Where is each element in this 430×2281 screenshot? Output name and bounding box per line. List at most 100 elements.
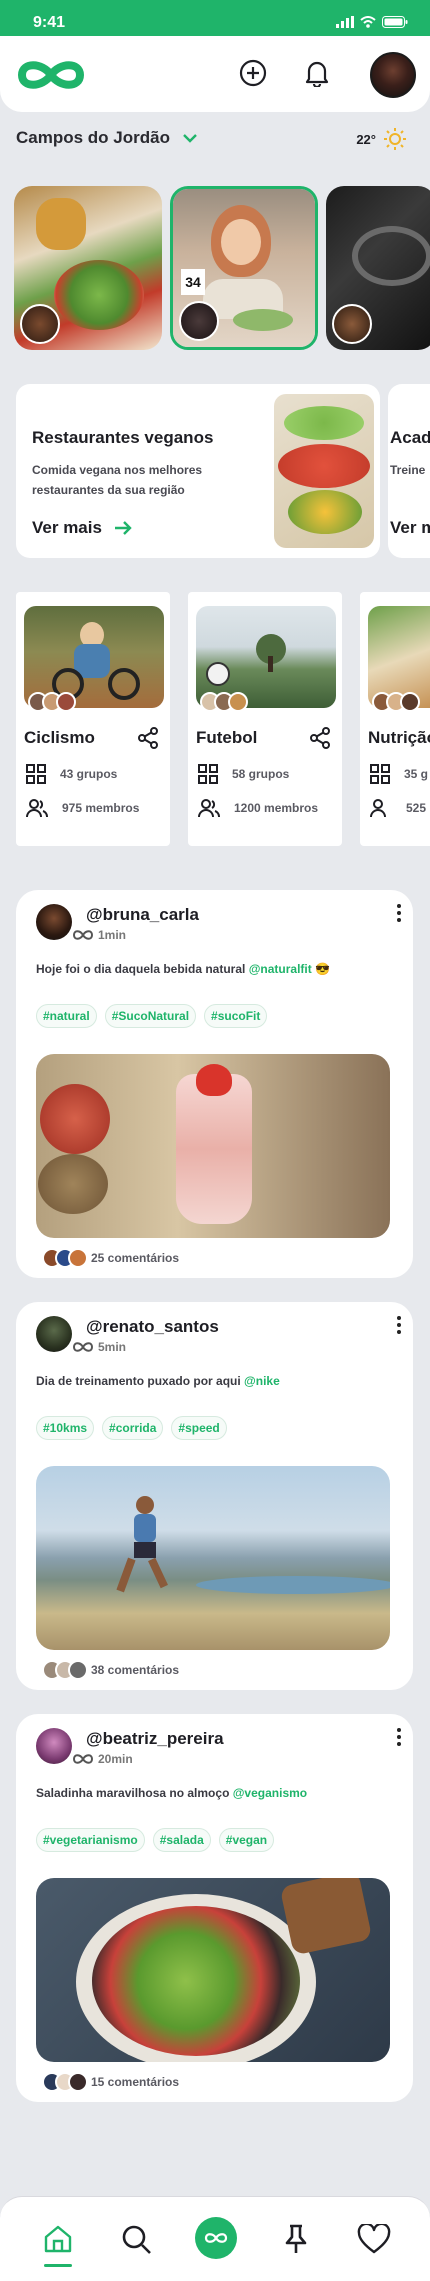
group-card[interactable]: Ciclismo 43 grupos 975 membros [16,592,170,846]
comments-count: 25 comentários [91,1251,180,1265]
chevron-down-icon [183,134,197,143]
group-member-avatars [372,692,420,712]
post-comments[interactable]: 15 comentários [42,2072,179,2092]
post-comments[interactable]: 38 comentários [42,1660,179,1680]
temperature: 22° [356,131,376,147]
story-card[interactable]: 34 [170,186,318,350]
kebab-icon[interactable] [397,904,401,922]
share-icon[interactable] [136,726,160,755]
post-username[interactable]: @bruna_carla [86,905,199,925]
post-text: Dia de treinamento puxado por aqui @nike [36,1374,280,1388]
post-username[interactable]: @beatriz_pereira [86,1729,224,1749]
story-avatar [179,301,219,341]
hashtag[interactable]: #vegetarianismo [36,1828,145,1852]
hashtag[interactable]: #natural [36,1004,97,1028]
home-icon[interactable] [36,2217,80,2267]
post-emoji: 😎 [315,962,331,976]
member-count-label: 975 membros [62,801,140,815]
group-title: Nutrição [368,728,430,747]
hashtag[interactable]: #SucoNatural [104,1004,197,1028]
plus-circle-icon[interactable] [236,56,270,90]
share-icon[interactable] [308,726,332,755]
member-count-label: 1200 membros [234,801,319,815]
infinity-icon [72,1754,94,1764]
post-text-body: Saladinha maravilhosa no almoço [36,1786,233,1800]
highlight-title: Restaurantes veganos [32,428,214,447]
feed-post: @renato_santos 5min Dia de treinamento p… [16,1302,413,1690]
highlight-card[interactable]: Restaurantes veganos Comida vegana nos m… [16,384,380,558]
feed-post: @beatriz_pereira 20min Saladinha maravil… [16,1714,413,2102]
post-comments[interactable]: 25 comentários [42,1248,179,1268]
highlight-image [274,394,374,548]
post-time-label: 20min [98,1752,133,1766]
post-tags: #natural #SucoNatural #sucoFit [36,1004,268,1028]
post-time: 20min [72,1752,133,1766]
post-tags: #10kms #corrida #speed [36,1416,227,1440]
highlight-card[interactable]: Acad Treine Ver m [388,384,430,558]
infinity-icon [72,1342,94,1352]
post-time: 5min [72,1340,126,1354]
bell-icon[interactable] [300,56,334,90]
hashtag[interactable]: #speed [171,1416,227,1440]
group-count-label: 58 grupos [232,767,290,781]
status-time: 9:41 [33,14,66,31]
post-avatar[interactable] [36,1316,72,1352]
post-time-label: 1min [98,928,127,942]
pin-icon[interactable] [274,2217,318,2261]
hashtag[interactable]: #salada [152,1828,211,1852]
infinity-logo-icon[interactable] [14,58,88,97]
post-avatar[interactable] [36,904,72,940]
group-card[interactable]: Futebol 58 grupos 1200 membros [188,592,342,846]
post-text-body: Dia de treinamento puxado por aqui [36,1374,245,1388]
group-title: Ciclismo [24,728,95,747]
post-username[interactable]: @renato_santos [86,1317,219,1337]
post-image[interactable] [36,1054,390,1238]
kebab-icon[interactable] [397,1728,401,1746]
see-more-link[interactable]: Ver m [390,518,430,538]
hashtag[interactable]: #10kms [36,1416,95,1440]
feed-post: @bruna_carla 1min Hoje foi o dia daquela… [16,890,413,1278]
comments-count: 38 comentários [91,1663,180,1677]
users-icon [26,799,48,818]
bottom-tab-bar [0,2196,430,2281]
search-icon[interactable] [114,2217,158,2261]
weather-widget: 22° [356,126,408,152]
story-card[interactable] [14,186,162,350]
post-tags: #vegetarianismo #salada #vegan [36,1828,275,1852]
highlight-title: Acad [390,428,430,447]
group-count-label: 43 grupos [60,767,118,781]
member-count: 975 membros [26,798,139,818]
see-more-label: Ver m [390,518,430,537]
member-count: 525 [370,798,426,818]
post-image[interactable] [36,1878,390,2062]
infinity-icon[interactable] [195,2217,237,2259]
heart-icon[interactable] [352,2217,396,2261]
post-mention[interactable]: @veganismo [233,1786,307,1800]
user-avatar[interactable] [370,52,416,98]
group-card[interactable]: Nutrição 35 g 525 [360,592,430,846]
sun-icon [384,128,406,150]
battery-icon [382,16,408,28]
location-selector[interactable]: Campos do Jordão [16,128,198,148]
story-number-badge: 34 [181,269,205,295]
story-avatar [20,304,60,344]
hashtag[interactable]: #corrida [102,1416,164,1440]
see-more-link[interactable]: Ver mais [32,518,132,538]
app-header [0,36,430,112]
post-mention[interactable]: @naturalfit [249,962,312,976]
see-more-label: Ver mais [32,518,102,537]
status-icons [336,16,408,28]
post-image[interactable] [36,1466,390,1650]
signal-icon [336,16,354,28]
story-card[interactable] [326,186,430,350]
post-avatar[interactable] [36,1728,72,1764]
hashtag[interactable]: #sucoFit [204,1004,268,1028]
post-mention[interactable]: @nike [244,1374,280,1388]
infinity-icon [72,930,94,940]
group-count-label: 35 g [404,767,429,781]
hashtag[interactable]: #vegan [218,1828,275,1852]
member-count: 1200 membros [198,798,318,818]
grid-icon [370,764,390,784]
post-time-label: 5min [98,1340,127,1354]
kebab-icon[interactable] [397,1316,401,1334]
